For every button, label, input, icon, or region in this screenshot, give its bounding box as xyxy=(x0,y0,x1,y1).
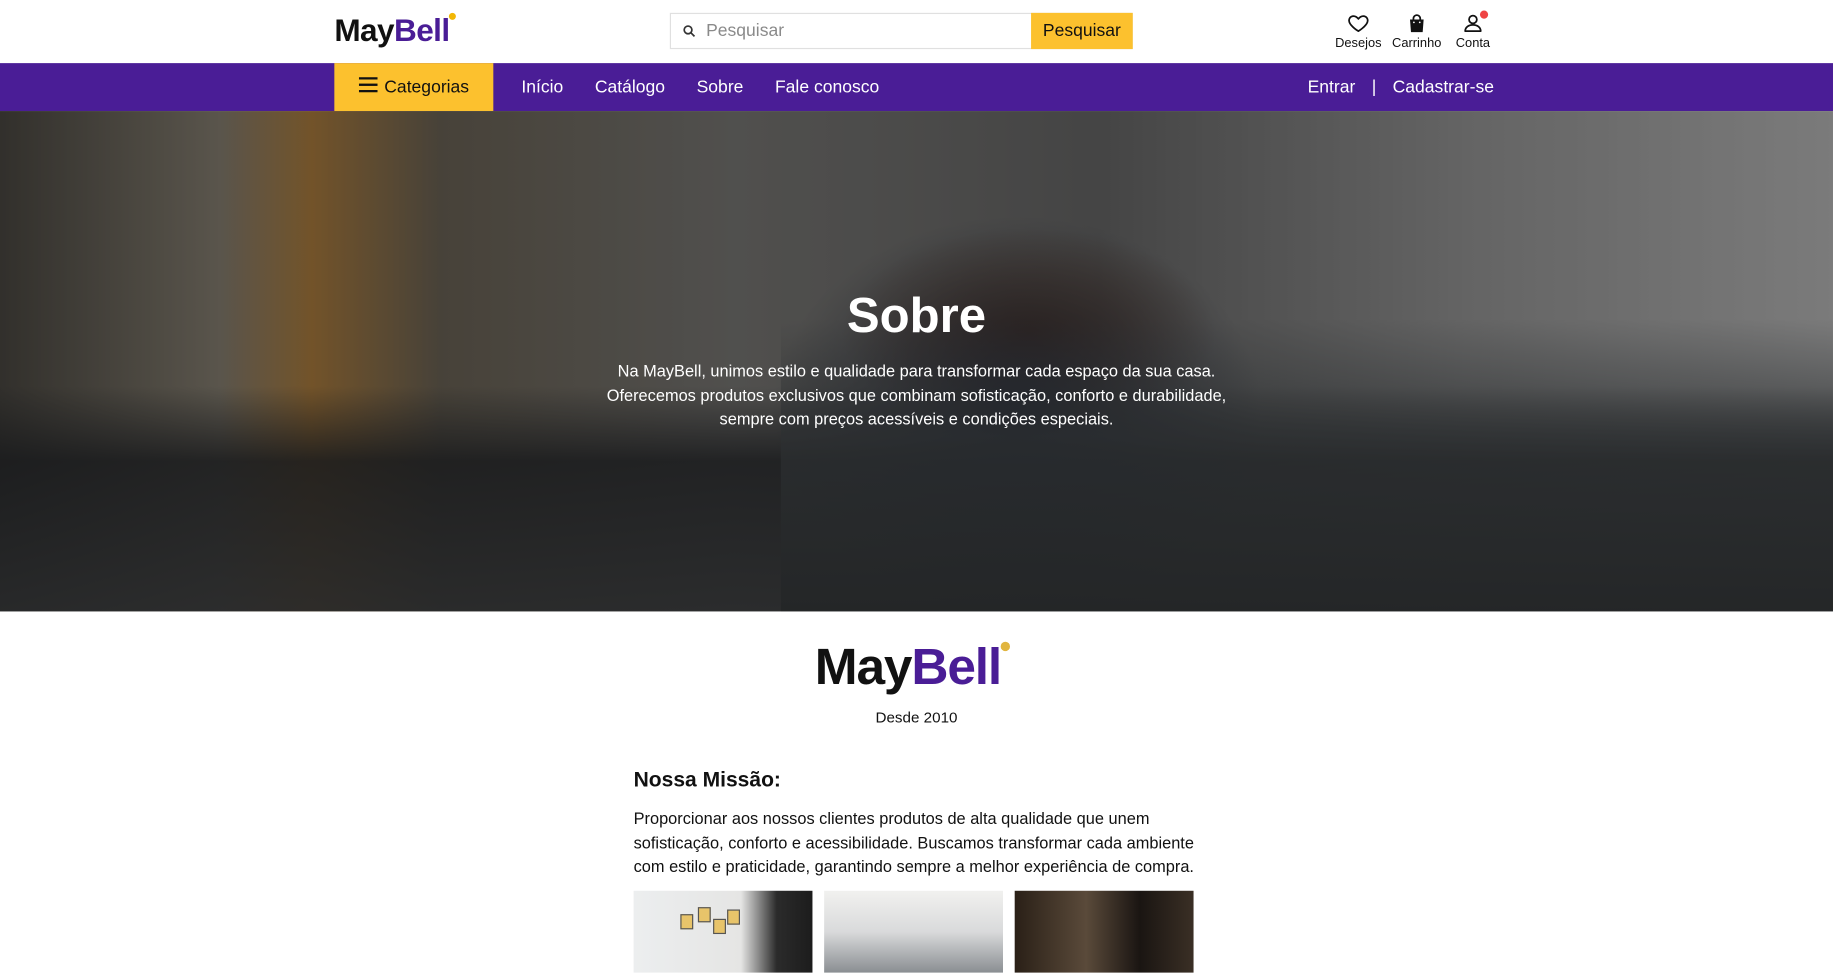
about-logo: MayBell xyxy=(814,637,1011,698)
account-button[interactable]: Conta xyxy=(1452,10,1494,51)
since-text: Desde 2010 xyxy=(875,708,958,726)
wishlist-label: Desejos xyxy=(1335,36,1382,51)
logo-dot xyxy=(448,12,456,20)
about-section: MayBell Desde 2010 Nossa Missão: Proporc… xyxy=(0,611,1833,973)
nav-link-inicio[interactable]: Início xyxy=(521,77,563,97)
photo-gallery xyxy=(633,890,1194,973)
gallery-image-livingroom xyxy=(633,890,813,973)
nav-link-fale-conosco[interactable]: Fale conosco xyxy=(775,77,879,97)
hero-banner: Sobre Na MayBell, unimos estilo e qualid… xyxy=(0,111,1833,612)
search-icon xyxy=(671,14,706,48)
about-logo-text-accent: Bell xyxy=(911,638,1002,696)
categories-label: Categorias xyxy=(384,77,470,98)
frame-shape xyxy=(713,918,726,935)
register-link[interactable]: Cadastrar-se xyxy=(1393,77,1494,97)
bag-icon xyxy=(1405,11,1428,37)
search-button[interactable]: Pesquisar xyxy=(1031,12,1133,50)
wishlist-button[interactable]: Desejos xyxy=(1335,11,1382,51)
gallery-image-interior xyxy=(824,890,1004,973)
auth-separator: | xyxy=(1371,77,1377,98)
nav-link-sobre[interactable]: Sobre xyxy=(697,77,744,97)
about-logo-text-dark: May xyxy=(814,638,913,696)
hero-content: Sobre Na MayBell, unimos estilo e qualid… xyxy=(0,286,1833,430)
hero-title: Sobre xyxy=(846,287,987,343)
page: MayBell Pesquisar Desejos Carrinho xyxy=(0,0,1833,973)
search-bar: Pesquisar xyxy=(669,12,1133,50)
user-icon xyxy=(1461,10,1489,37)
gallery-image-workshop xyxy=(1014,890,1194,973)
search-input[interactable] xyxy=(706,14,1032,48)
mission-block: Nossa Missão: Proporcionar aos nossos cl… xyxy=(634,768,1195,878)
nav-link-catalogo[interactable]: Catálogo xyxy=(595,77,665,97)
about-logo-dot xyxy=(1001,641,1011,652)
main-navbar: Categorias Início Catálogo Sobre Fale co… xyxy=(0,63,1833,112)
heart-icon xyxy=(1347,11,1370,37)
cart-label: Carrinho xyxy=(1392,36,1442,51)
top-header: MayBell Pesquisar Desejos Carrinho xyxy=(0,0,1833,64)
mission-title: Nossa Missão: xyxy=(633,768,781,792)
mission-text: Proporcionar aos nossos clientes produto… xyxy=(633,808,1194,876)
account-label: Conta xyxy=(1455,36,1491,51)
cart-button[interactable]: Carrinho xyxy=(1392,11,1442,51)
nav-links: Início Catálogo Sobre Fale conosco xyxy=(521,63,879,111)
menu-icon xyxy=(358,77,378,97)
hero-text: Na MayBell, unimos estilo e qualidade pa… xyxy=(606,361,1227,428)
frame-shape xyxy=(727,909,740,925)
brand-logo[interactable]: MayBell xyxy=(334,12,456,49)
header-icon-buttons: Desejos Carrinho Conta xyxy=(1335,10,1494,51)
auth-links: Entrar | Cadastrar-se xyxy=(1308,63,1494,111)
login-link[interactable]: Entrar xyxy=(1308,77,1356,97)
frame-shape xyxy=(697,907,711,923)
notification-dot xyxy=(1479,10,1489,19)
logo-text-dark: May xyxy=(334,12,394,48)
frame-shape xyxy=(680,914,694,930)
categories-button[interactable]: Categorias xyxy=(334,63,494,112)
logo-text-accent: Bell xyxy=(393,12,450,48)
